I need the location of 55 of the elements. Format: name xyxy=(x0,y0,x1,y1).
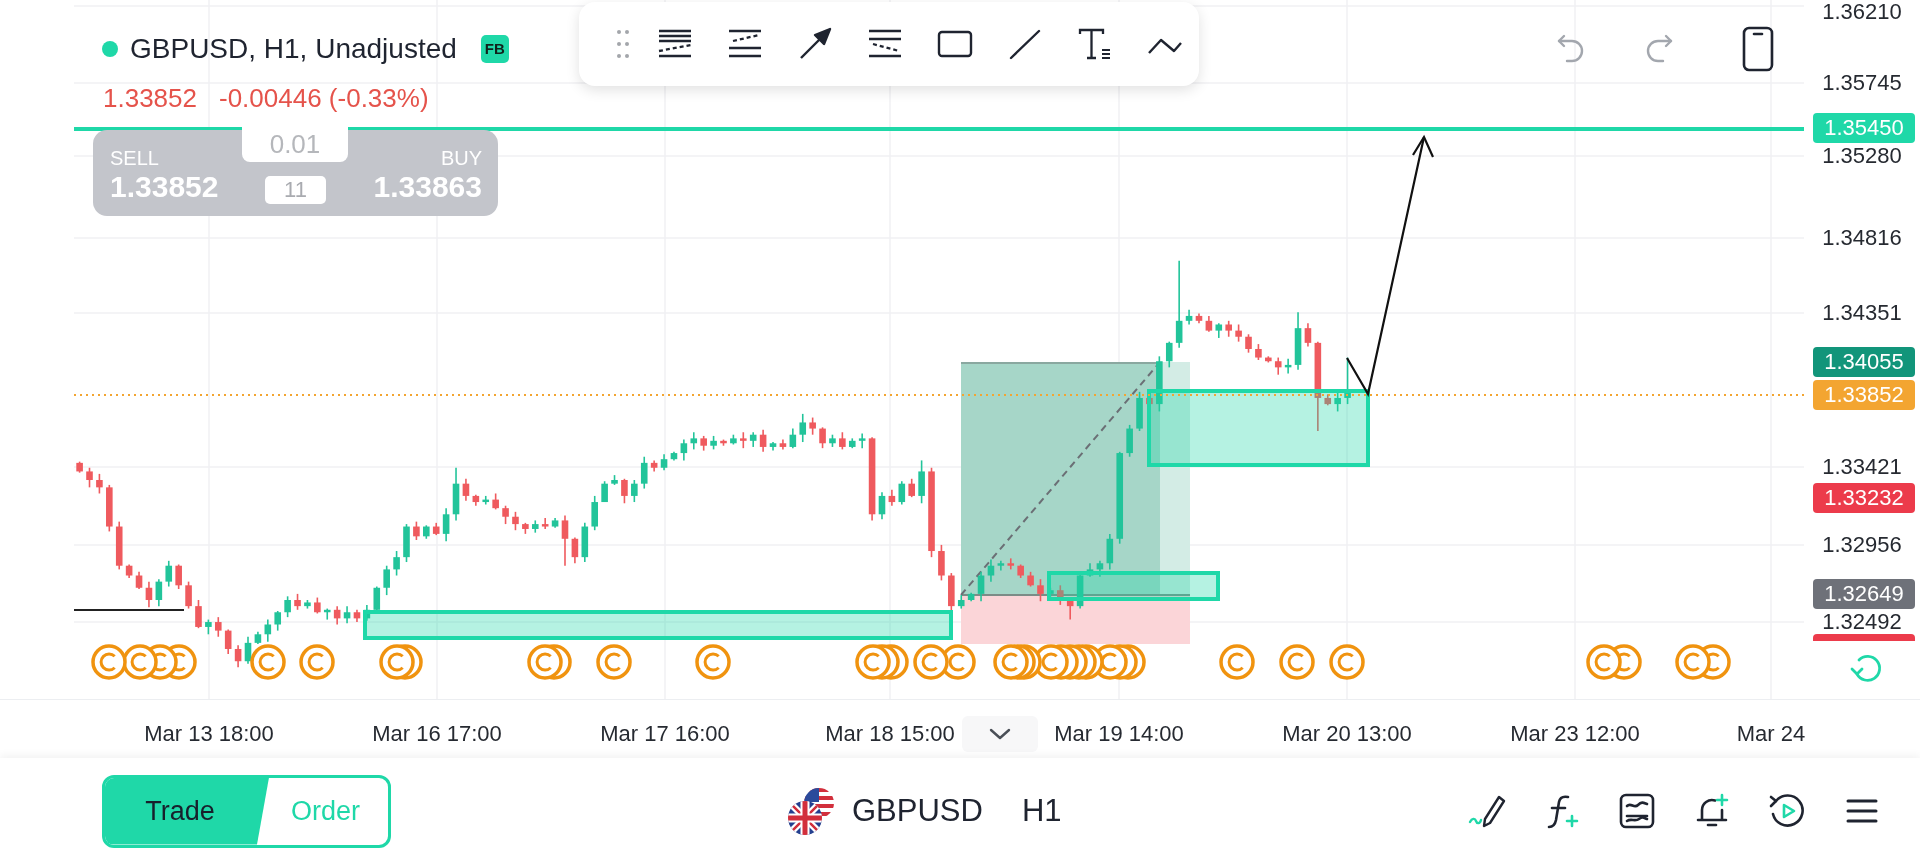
circle-c-icon xyxy=(1675,644,1711,680)
drag-handle-icon[interactable] xyxy=(617,29,629,59)
circle-c-icon xyxy=(855,644,891,680)
chevron-down-icon xyxy=(989,728,1011,740)
circle-c-icon xyxy=(527,644,563,680)
circle-c-icon xyxy=(993,644,1029,680)
price-tag: 1.32649 xyxy=(1813,579,1915,609)
chart-panel-icon[interactable] xyxy=(1618,792,1656,830)
price-axis-label: 1.32492 xyxy=(1821,610,1903,634)
circle-c-icon xyxy=(379,644,415,680)
spread-badge: 11 xyxy=(265,176,326,204)
price-axis-label: 1.34351 xyxy=(1821,301,1903,325)
circle-c-icon xyxy=(250,644,286,680)
time-axis-label: Mar 19 14:00 xyxy=(1054,722,1184,746)
price-axis-label: 1.35745 xyxy=(1821,71,1903,95)
last-price: 1.33852 xyxy=(103,82,197,114)
price-tag: 1.35450 xyxy=(1813,113,1915,143)
collapse-button[interactable] xyxy=(962,716,1038,752)
price-axis-label: 1.33421 xyxy=(1821,455,1903,479)
lot-size-field[interactable]: 0.01 xyxy=(242,126,348,162)
circle-c-icon xyxy=(596,644,632,680)
circle-c-icon xyxy=(695,644,731,680)
price-tag: 1.33852 xyxy=(1813,380,1915,410)
price-change: -0.00446 (-0.33%) xyxy=(219,82,429,114)
label-badge: FB xyxy=(480,35,509,63)
time-axis-label: Mar 20 13:00 xyxy=(1282,722,1412,746)
circle-c-icon xyxy=(91,644,127,680)
price-axis-label: 1.32956 xyxy=(1821,533,1903,557)
time-axis-label: Mar 13 18:00 xyxy=(144,722,274,746)
timeframe[interactable]: H1 xyxy=(1021,793,1062,829)
text-icon[interactable] xyxy=(1077,26,1113,62)
replay-icon[interactable] xyxy=(1768,792,1806,830)
time-axis-label: Mar 23 12:00 xyxy=(1510,722,1640,746)
circle-c-icon xyxy=(1329,644,1365,680)
time-axis-label: Mar 16 17:00 xyxy=(372,722,502,746)
price-axis-label: 1.35280 xyxy=(1821,144,1903,168)
circle-c-icon xyxy=(1586,644,1622,680)
circle-c-icon xyxy=(913,644,949,680)
price-axis-label: 1.36210 xyxy=(1821,0,1903,24)
symbol-name[interactable]: GBPUSD xyxy=(852,793,983,829)
circle-c-icon xyxy=(122,644,158,680)
time-axis-label: Mar 18 15:00 xyxy=(825,722,955,746)
symbol-title: GBPUSD, H1, Unadjusted xyxy=(130,32,457,66)
sell-button[interactable]: SELL 1.33852 xyxy=(110,146,219,204)
circle-c-icon xyxy=(1279,644,1315,680)
price-axis-label: 1.34816 xyxy=(1821,226,1903,250)
time-axis-label: Mar 17 16:00 xyxy=(600,722,730,746)
buy-button[interactable]: BUY 1.33863 xyxy=(373,146,482,204)
circle-c-icon xyxy=(1219,644,1255,680)
time-axis-label: Mar 24 xyxy=(1736,722,1806,746)
mode-tab[interactable]: Trade xyxy=(105,777,269,845)
phone-icon[interactable] xyxy=(1742,26,1774,72)
price-tag: 1.34055 xyxy=(1813,347,1915,377)
price-tag: 1.33232 xyxy=(1813,483,1915,513)
circle-c-icon xyxy=(299,644,335,680)
